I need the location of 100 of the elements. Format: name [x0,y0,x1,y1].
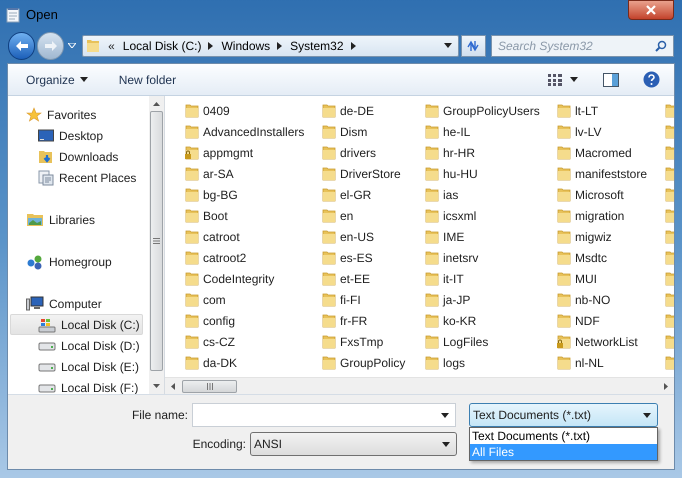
folder-item[interactable]: lv-LV [557,121,665,142]
search-field[interactable]: Search System32 [491,34,674,56]
sidebar-item[interactable]: Libraries [8,209,149,230]
folder-item[interactable]: AdvancedInstallers [185,121,322,142]
folder-icon [557,271,571,286]
scroll-thumb[interactable] [150,111,163,371]
scroll-thumb[interactable] [182,380,237,392]
folder-item[interactable]: Macromed [557,142,665,163]
file-name-field[interactable] [192,403,456,427]
folder-item[interactable]: ko-KR [425,310,557,331]
forward-button[interactable] [37,32,64,60]
refresh-button[interactable] [460,34,486,56]
folder-icon [185,166,199,181]
address-bar[interactable]: « Local Disk (C:) Windows System32 [82,34,459,56]
folder-item[interactable]: GroupPolicy [322,352,425,373]
folder-item[interactable]: Dism [322,121,425,142]
caret-icon [68,43,76,48]
folder-item[interactable]: Msdtc [557,247,665,268]
folder-item[interactable]: migwiz [557,226,665,247]
folder-item[interactable]: manifeststore [557,163,665,184]
folder-item[interactable]: en [322,205,425,226]
breadcrumb[interactable]: System32 [290,36,344,54]
back-button[interactable] [8,32,36,60]
folder-item[interactable]: logs [425,352,557,373]
folder-item[interactable]: catroot2 [185,247,322,268]
folder-icon [185,124,199,139]
sidebar-item[interactable]: Computer [8,293,149,314]
folder-item[interactable]: Boot [185,205,322,226]
sidebar-item[interactable]: Local Disk (D:) [10,335,143,356]
folder-item[interactable]: MUI [557,268,665,289]
folder-item[interactable]: icsxml [425,205,557,226]
folder-item[interactable]: it-IT [425,268,557,289]
folder-item[interactable]: el-GR [322,184,425,205]
folder-icon [322,334,336,349]
folder-item[interactable]: hr-HR [425,142,557,163]
dropdown-option[interactable]: Text Documents (*.txt) [470,428,657,444]
folder-item[interactable]: GroupPolicyUsers [425,100,557,121]
vertical-scrollbar[interactable] [149,96,165,394]
folder-item[interactable]: he-IL [425,121,557,142]
folder-item[interactable]: CodeIntegrity [185,268,322,289]
dropdown-arrow-icon [442,442,450,446]
folder-item[interactable]: LogFiles [425,331,557,352]
folder-item[interactable]: DriverStore [322,163,425,184]
sidebar-item[interactable]: Local Disk (C:) [10,314,143,335]
folder-item[interactable]: appmgmt [185,142,322,163]
library-icon [26,212,44,227]
folder-item[interactable]: FxsTmp [322,331,425,352]
sidebar-item[interactable]: Favorites [8,104,149,125]
folder-item[interactable]: fr-FR [322,310,425,331]
drive-icon [38,382,56,392]
sidebar-item[interactable]: Local Disk (E:) [10,356,143,377]
encoding-dropdown[interactable]: ANSI [250,432,457,456]
folder-item[interactable]: fi-FI [322,289,425,310]
close-button[interactable] [628,0,674,20]
breadcrumb[interactable]: Local Disk (C:) [122,36,202,54]
folder-item[interactable]: bg-BG [185,184,322,205]
organize-button[interactable]: Organize [26,70,88,88]
folder-item[interactable]: config [185,310,322,331]
horizontal-scrollbar[interactable] [165,377,674,394]
folder-item[interactable]: ias [425,184,557,205]
view-options-button[interactable] [548,74,578,86]
sidebar-item[interactable]: Downloads [10,146,143,167]
folder-item[interactable]: et-EE [322,268,425,289]
chevron-right-icon [350,42,356,50]
overflow-chevron[interactable]: « [108,36,115,54]
folder-icon [425,355,439,370]
folder-item[interactable]: da-DK [185,352,322,373]
folder-item[interactable]: NDF [557,310,665,331]
folder-item[interactable]: IME [425,226,557,247]
folder-item[interactable]: lt-LT [557,100,665,121]
folder-item[interactable]: Microsoft [557,184,665,205]
folder-item[interactable]: en-US [322,226,425,247]
sidebar-item[interactable]: Desktop [10,125,143,146]
chevron-right-icon [208,42,214,50]
folder-item[interactable]: catroot [185,226,322,247]
folder-item[interactable]: de-DE [322,100,425,121]
folder-item[interactable]: 0409 [185,100,322,121]
folder-item[interactable]: ar-SA [185,163,322,184]
folder-item[interactable]: es-ES [322,247,425,268]
folder-icon [322,124,336,139]
breadcrumb[interactable]: Windows [221,36,270,54]
sidebar-item[interactable]: Homegroup [8,251,149,272]
help-button[interactable] [643,71,660,88]
search-input[interactable]: Search System32 [498,36,655,54]
folder-item[interactable]: inetsrv [425,247,557,268]
folder-item[interactable]: NetworkList [557,331,665,352]
folder-item[interactable]: cs-CZ [185,331,322,352]
folder-item[interactable]: com [185,289,322,310]
file-type-dropdown[interactable]: Text Documents (*.txt) [469,403,658,427]
sidebar-item[interactable]: Recent Places [10,167,143,188]
sidebar-item[interactable]: Local Disk (F:) [10,377,143,394]
folder-item[interactable]: ja-JP [425,289,557,310]
preview-pane-button[interactable] [603,72,619,86]
new-folder-button[interactable]: New folder [118,70,176,88]
folder-item[interactable]: drivers [322,142,425,163]
folder-item[interactable]: hu-HU [425,163,557,184]
folder-item[interactable]: nl-NL [557,352,665,373]
folder-item[interactable]: migration [557,205,665,226]
folder-icon [425,187,439,202]
folder-item[interactable]: nb-NO [557,289,665,310]
